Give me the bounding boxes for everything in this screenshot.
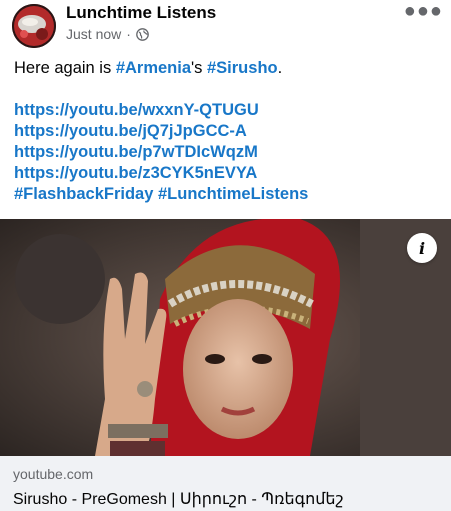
page-avatar[interactable] bbox=[12, 4, 56, 48]
youtube-link-1[interactable]: https://youtu.be/wxxnY-QTUGU bbox=[14, 101, 259, 119]
thumbnail-image bbox=[0, 219, 451, 456]
hashtag-sirusho[interactable]: #Sirusho bbox=[207, 59, 278, 77]
preview-title[interactable]: Sirusho - PreGomesh | Սիրուշո - Պռեգոմեշ bbox=[13, 489, 344, 509]
youtube-link-4[interactable]: https://youtu.be/z3CYK5nEVYA bbox=[14, 164, 257, 182]
more-options-icon[interactable]: ●●● bbox=[404, 0, 443, 23]
text-period: . bbox=[277, 59, 283, 77]
preview-domain: youtube.com bbox=[13, 466, 94, 482]
post-meta: Just now · bbox=[66, 26, 149, 42]
hashtag-lunchtimelistens[interactable]: #LunchtimeListens bbox=[158, 185, 308, 203]
meta-separator: · bbox=[126, 26, 131, 42]
text-possessive: 's bbox=[191, 59, 207, 77]
text-prefix: Here again is bbox=[14, 59, 116, 77]
hashtag-flashbackfriday[interactable]: #FlashbackFriday bbox=[14, 185, 153, 203]
video-thumbnail[interactable]: i bbox=[0, 219, 451, 456]
link-preview[interactable]: youtube.com Sirusho - PreGomesh | Սիրուշ… bbox=[0, 456, 451, 511]
globe-icon bbox=[136, 27, 149, 41]
avatar-image bbox=[12, 4, 56, 48]
info-button[interactable]: i bbox=[407, 233, 437, 263]
page-name[interactable]: Lunchtime Listens bbox=[66, 3, 216, 23]
post-text-line-1: Here again is #Armenia's #Sirusho. bbox=[14, 58, 439, 79]
youtube-link-3[interactable]: https://youtu.be/p7wTDIcWqzM bbox=[14, 143, 258, 161]
hashtag-armenia[interactable]: #Armenia bbox=[116, 59, 191, 77]
youtube-link-2[interactable]: https://youtu.be/jQ7jJpGCC-A bbox=[14, 122, 247, 140]
post-text: Here again is #Armenia's #Sirusho. https… bbox=[14, 58, 439, 205]
post-header: Lunchtime Listens Just now · ●●● bbox=[0, 0, 451, 50]
post-timestamp[interactable]: Just now bbox=[66, 26, 121, 42]
